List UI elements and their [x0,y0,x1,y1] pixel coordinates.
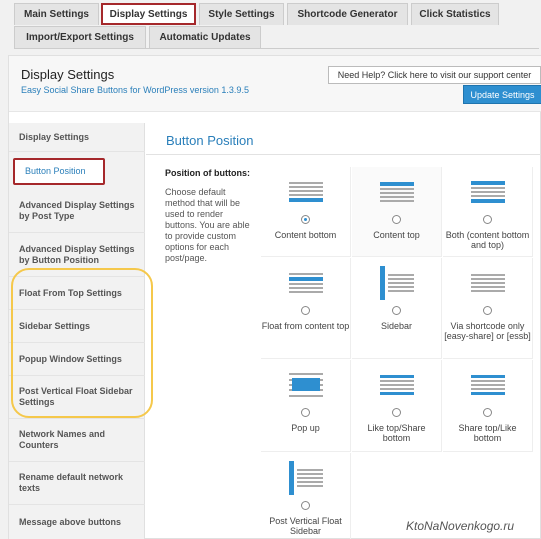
option-label: Sidebar [380,321,413,331]
radio-float-from-top[interactable] [301,306,310,315]
watermark: KtoNaNovenkogo.ru [406,519,515,533]
share-top-like-bottom-icon [470,368,505,402]
tab-automatic-updates[interactable]: Automatic Updates [149,26,261,48]
radio-sidebar[interactable] [392,306,401,315]
vertical-float-icon [288,461,323,495]
option-share-top-like-bottom[interactable]: Share top/Like bottom [443,360,533,452]
float-top-icon [288,266,323,300]
tabs-divider [14,48,539,49]
radio-like-top-share-bottom[interactable] [392,408,401,417]
highlight-oval [11,268,153,418]
option-label: Pop up [291,423,320,433]
option-label: Both (content bottom and top) [445,230,530,250]
radio-post-vertical-float[interactable] [301,501,310,510]
shortcode-icon [470,266,505,300]
field-label: Position of buttons: [165,168,250,178]
page-title: Display Settings [21,67,115,82]
field-description: Choose default method that will be used … [165,187,250,263]
sidebar-item-rename-network-texts[interactable]: Rename default network texts [9,462,145,505]
radio-content-top[interactable] [392,215,401,224]
sidebar-item-network-names[interactable]: Network Names and Counters [9,419,145,462]
option-content-bottom[interactable]: Content bottom [261,167,351,257]
content-bottom-icon [288,175,323,209]
help-button[interactable]: Need Help? Click here to visit our suppo… [328,66,541,84]
settings-panel: Display Settings Easy Social Share Butto… [8,55,541,539]
option-label: Content top [373,230,420,240]
section-divider [146,154,541,155]
option-shortcode[interactable]: Via shortcode only [easy-share] or [essb… [443,258,533,359]
tab-import-export[interactable]: Import/Export Settings [14,26,146,48]
sidebar-icon [379,266,414,300]
panel-header: Display Settings Easy Social Share Butto… [9,56,541,112]
tab-style-settings[interactable]: Style Settings [199,3,284,25]
option-like-top-share-bottom[interactable]: Like top/Share bottom [352,360,442,452]
sidebar-item-advanced-by-post-type[interactable]: Advanced Display Settings by Post Type [9,190,145,233]
option-label: Post Vertical Float Sidebar [269,516,342,536]
radio-content-bottom[interactable] [301,215,310,224]
option-label: Like top/Share bottom [367,423,426,443]
update-settings-button[interactable]: Update Settings [463,85,541,104]
content-top-icon [379,175,414,209]
option-label: Via shortcode only [easy-share] or [essb… [444,321,531,341]
option-sidebar[interactable]: Sidebar [352,258,442,359]
radio-shortcode[interactable] [483,306,492,315]
option-popup[interactable]: Pop up [261,360,351,452]
section-title: Button Position [166,133,254,148]
option-both[interactable]: Both (content bottom and top) [443,167,533,257]
option-label: Content bottom [274,230,337,240]
sidebar-item-display-settings[interactable]: Display Settings [9,123,145,152]
tab-main-settings[interactable]: Main Settings [14,3,99,25]
tab-display-settings[interactable]: Display Settings [101,3,196,25]
radio-share-top-like-bottom[interactable] [483,408,492,417]
option-post-vertical-float[interactable]: Post Vertical Float Sidebar [261,453,351,539]
option-label: Share top/Like bottom [458,423,517,443]
option-label: Float from content top [261,321,350,331]
sidebar-item-button-position[interactable]: Button Position [13,158,105,185]
option-float-from-top[interactable]: Float from content top [261,258,351,359]
popup-icon [288,368,323,402]
plugin-settings-page: Main Settings Display Settings Style Set… [0,0,541,539]
radio-both[interactable] [483,215,492,224]
like-top-share-bottom-icon [379,368,414,402]
content-both-icon [470,175,505,209]
tab-click-statistics[interactable]: Click Statistics [411,3,499,25]
radio-popup[interactable] [301,408,310,417]
option-content-top[interactable]: Content top [352,167,442,257]
sidebar-item-message-above-buttons[interactable]: Message above buttons [9,505,145,539]
tab-shortcode-generator[interactable]: Shortcode Generator [287,3,408,25]
plugin-version-link[interactable]: Easy Social Share Buttons for WordPress … [21,85,249,95]
